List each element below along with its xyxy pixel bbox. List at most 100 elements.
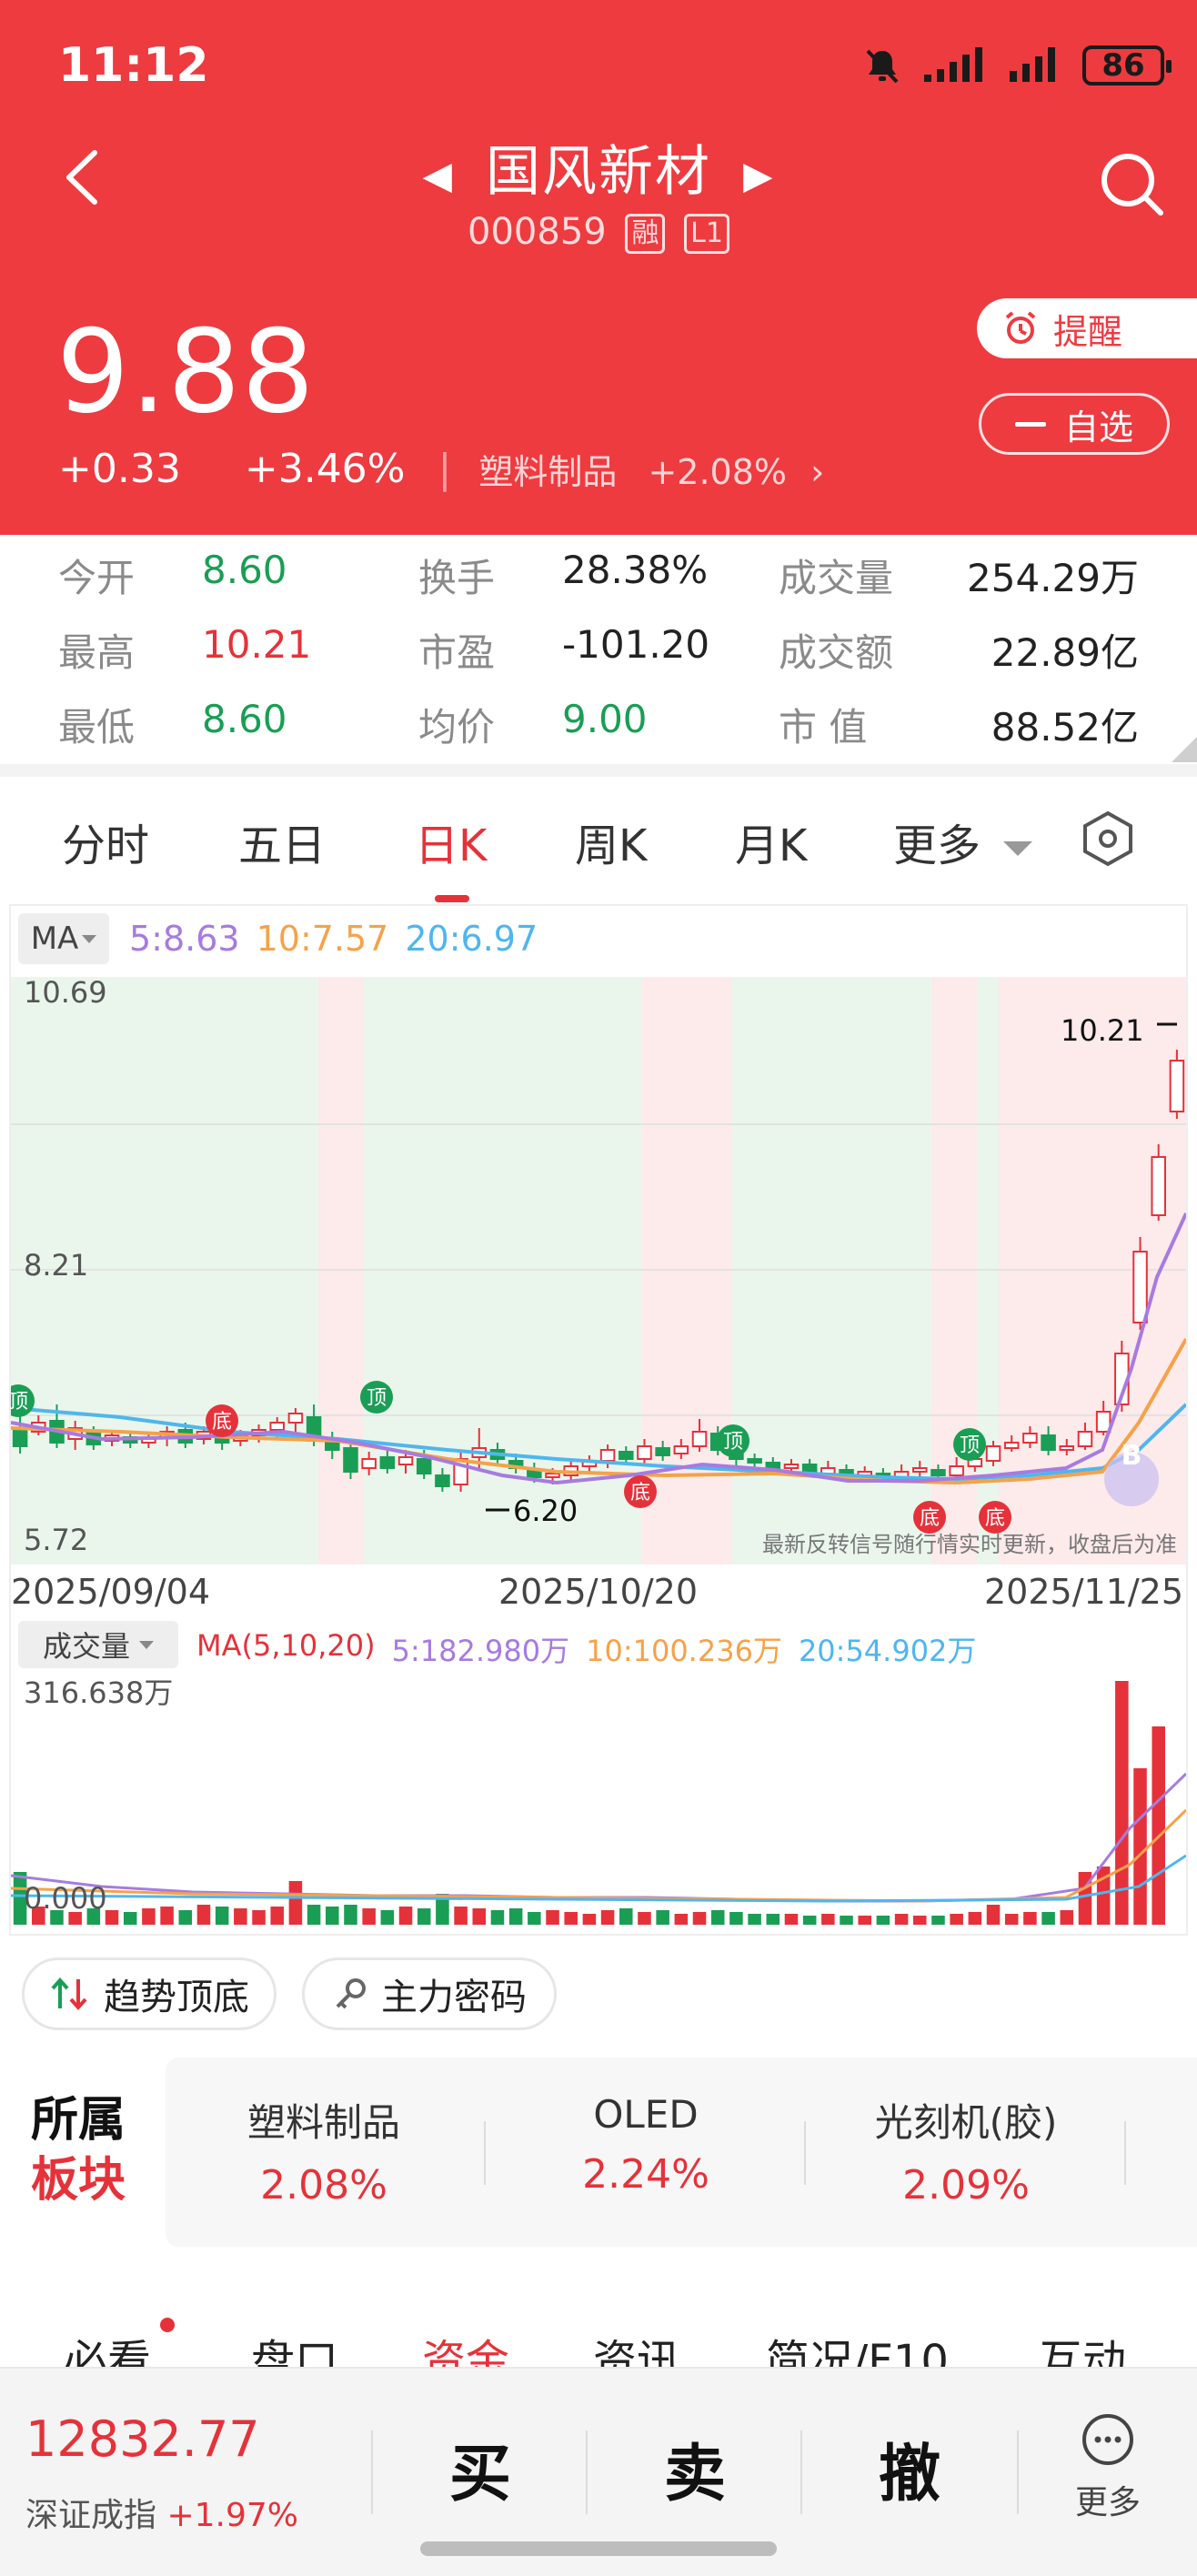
candle-body — [637, 1445, 652, 1460]
date-end: 2025/11/25 — [984, 1572, 1184, 1612]
volume-bar — [1041, 1912, 1055, 1925]
ma-badge-label: MA — [30, 921, 79, 957]
settings-hexagon-icon[interactable] — [1081, 810, 1135, 868]
sector-name: 塑料制品 — [246, 2100, 400, 2145]
volume-bar — [380, 1910, 395, 1925]
next-stock-arrow[interactable]: ▶ — [743, 153, 774, 197]
signal-marker-label: 顶 — [723, 1431, 743, 1454]
volume-bar — [619, 1908, 633, 1925]
kline-chart[interactable]: B 顶底顶底顶 顶底底 最新反转信号随行情实时更新，收盘后为准 — [11, 977, 1186, 1565]
main-force-label: 主力密码 — [381, 1977, 527, 2018]
ma5-value: 5:8.63 — [129, 919, 240, 959]
volume-bar — [1152, 1726, 1165, 1925]
sector-pct: 2.24% — [582, 2151, 709, 2198]
buy-button[interactable]: 买 — [407, 2423, 553, 2513]
tab-more[interactable]: 更多 — [893, 810, 1033, 873]
more-label: 更多 — [1074, 2484, 1141, 2521]
candle-body — [435, 1474, 450, 1487]
volume-bar — [1004, 1914, 1019, 1925]
home-indicator[interactable] — [420, 2541, 777, 2556]
y-axis-top: 10.69 — [24, 975, 107, 1010]
vol-ma10-value: 10:100.236万 — [586, 1634, 782, 1668]
trend-top-bottom-button[interactable]: 趋势顶底 — [22, 1957, 277, 2030]
sector-link-pct: +2.08% — [648, 452, 787, 492]
candle-body — [1077, 1431, 1093, 1447]
status-time: 11:12 — [58, 38, 209, 93]
volume-bar — [582, 1914, 597, 1925]
change-row: +0.33 +3.46% | 塑料制品 +2.08% › — [58, 444, 824, 494]
volume-bar — [454, 1907, 468, 1925]
sector-item-oled[interactable]: OLED 2.24% — [509, 2092, 782, 2198]
index-pct: +1.97% — [166, 2497, 298, 2534]
volume-bar — [656, 1910, 669, 1925]
buy-marker-label: B — [1122, 1440, 1142, 1472]
signal-marker-label: 底 — [212, 1411, 232, 1434]
more-dots-icon — [1082, 2414, 1133, 2465]
level-tag: L1 — [684, 214, 729, 254]
amount-label: 成交额 — [779, 630, 894, 675]
volume-bar — [748, 1914, 761, 1925]
tab-intraday[interactable]: 分时 — [62, 810, 149, 873]
candle-body — [655, 1447, 670, 1456]
price-change-pct: +3.46% — [244, 446, 406, 492]
signal-marker-label: 底 — [630, 1482, 650, 1504]
vol-ma5-value: 5:182.980万 — [391, 1634, 570, 1668]
search-icon[interactable] — [1097, 149, 1166, 218]
high-value: 10.21 — [202, 622, 312, 667]
avg-label: 均价 — [418, 705, 496, 750]
candle-body — [545, 1473, 560, 1478]
chart-tabs: 分时 五日 日K 周K 月K 更多 — [0, 777, 1197, 895]
volume-bar — [986, 1905, 1001, 1925]
tab-daily-k[interactable]: 日K — [415, 810, 487, 873]
turnover-value: 28.38% — [562, 548, 709, 592]
sector-link[interactable]: 塑料制品 +2.08% › — [478, 444, 824, 494]
trend-label: 趋势顶底 — [104, 1977, 249, 2018]
candle-body — [343, 1447, 358, 1473]
volume-bar — [196, 1905, 211, 1925]
tab-five-day[interactable]: 五日 — [238, 810, 326, 873]
sector-pct: 2.09% — [902, 2162, 1030, 2209]
turnover-label: 换手 — [418, 556, 496, 600]
candle-body — [1022, 1433, 1038, 1444]
volume-bar — [692, 1912, 707, 1925]
sector-item-plastic[interactable]: 塑料制品 2.08% — [187, 2092, 460, 2209]
index-name-row: 深证成指 +1.97% — [25, 2489, 298, 2536]
watchlist-button[interactable]: 自选 — [979, 393, 1170, 455]
volume-chart[interactable] — [11, 1674, 1186, 1925]
tab-monthly-k[interactable]: 月K — [735, 810, 807, 873]
more-button[interactable]: 更多 — [1062, 2412, 1153, 2523]
ma-indicator-select[interactable]: MA — [18, 913, 109, 964]
volume-indicator-select[interactable]: 成交量 — [18, 1621, 178, 1668]
candle-body — [801, 1464, 818, 1473]
alert-button[interactable]: 提醒 — [977, 298, 1197, 358]
bar-divider — [371, 2430, 373, 2514]
sector-item-photoresist[interactable]: 光刻机(胶) 2.09% — [830, 2092, 1102, 2209]
main-force-button[interactable]: 主力密码 — [302, 1957, 557, 2030]
ma20-value: 20:6.97 — [405, 919, 538, 959]
caret-down-icon — [1003, 841, 1033, 856]
volume-bar — [1023, 1912, 1037, 1925]
sector-divider — [484, 2121, 486, 2185]
date-start: 2025/09/04 — [11, 1572, 211, 1612]
vol-ma5-line — [11, 1772, 1186, 1903]
candle-body — [379, 1456, 396, 1469]
volume-bar — [105, 1910, 119, 1925]
sell-button[interactable]: 卖 — [622, 2423, 768, 2513]
volume-bar — [784, 1914, 799, 1925]
volume-legend: MA(5,10,20) 5:182.980万 10:100.236万 20:54… — [196, 1628, 976, 1670]
cancel-order-button[interactable]: 撤 — [837, 2423, 982, 2513]
tab-weekly-k[interactable]: 周K — [575, 810, 647, 873]
quote-stats: 今开 8.60 最高 10.21 最低 8.60 换手 28.38% 市盈 -1… — [0, 535, 1197, 764]
volume-bar — [913, 1916, 927, 1925]
candle-body — [1151, 1156, 1166, 1216]
minus-icon — [1014, 421, 1046, 427]
prev-stock-arrow[interactable]: ◀ — [423, 153, 454, 197]
volume-bar — [600, 1910, 615, 1925]
index-value[interactable]: 12832.77 — [25, 2410, 260, 2468]
expand-corner-icon[interactable] — [1172, 737, 1197, 762]
candle-body — [361, 1458, 377, 1469]
sector-divider — [1124, 2121, 1126, 2185]
volume-bar — [160, 1907, 174, 1925]
volume-bar — [674, 1914, 689, 1925]
candle-body — [287, 1413, 304, 1424]
